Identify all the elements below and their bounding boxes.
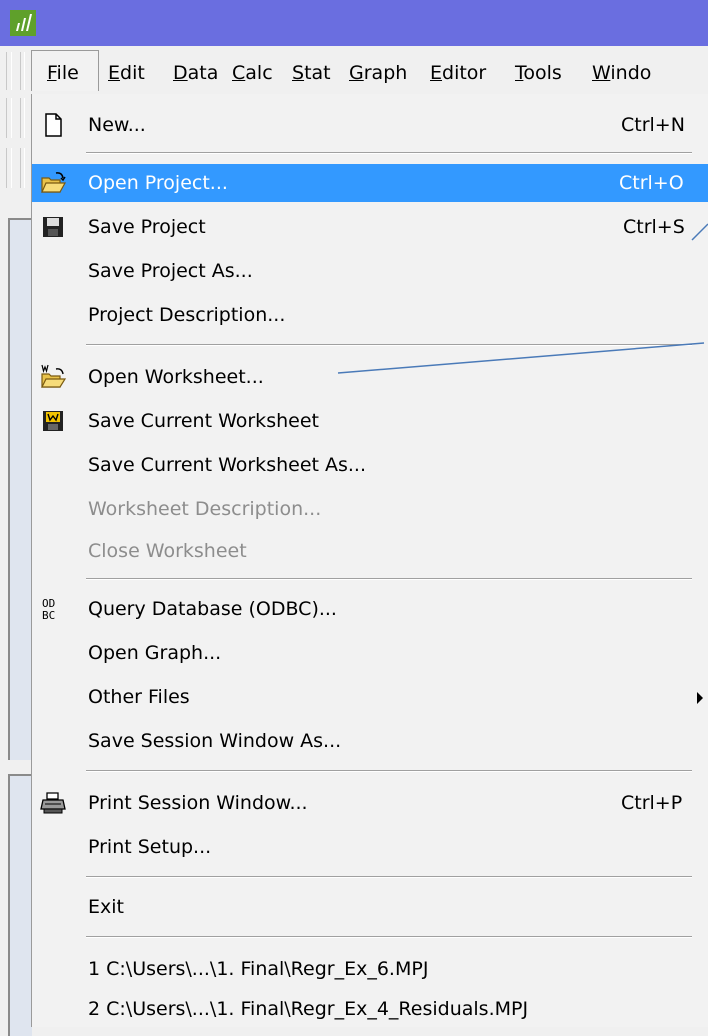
menu-item-close-worksheet: Close Worksheet (32, 532, 708, 570)
shortcut-label: Ctrl+S (623, 216, 685, 238)
menu-separator (86, 770, 692, 772)
menu-item-label: Open Project... (88, 172, 228, 194)
submenu-arrow-icon (697, 692, 703, 704)
shortcut-label: Ctrl+O (619, 172, 684, 194)
menu-item-label: Other Files (88, 686, 190, 708)
toolbar-grip[interactable] (6, 148, 12, 188)
menu-item-label: 2 C:\Users\...\1. Final\Regr_Ex_4_Residu… (88, 998, 529, 1020)
toolbar-grip[interactable] (6, 52, 12, 90)
toolbar-grip[interactable] (20, 52, 25, 90)
session-window-edge[interactable] (8, 218, 32, 760)
menu-item-label: Exit (88, 896, 124, 918)
menu-item-print-setup[interactable]: Print Setup... (32, 828, 708, 866)
toolbar-grip[interactable] (20, 98, 25, 138)
menu-item-exit[interactable]: Exit (32, 888, 708, 926)
menu-item-save-project-as[interactable]: Save Project As... (32, 252, 708, 290)
menu-separator (86, 344, 692, 346)
menu-item-query-database[interactable]: OD BC Query Database (ODBC)... (32, 590, 708, 628)
menu-item-save-project[interactable]: Save Project Ctrl+S (32, 208, 708, 246)
floppy-disk-icon (43, 217, 63, 237)
menu-window[interactable]: Windo (592, 62, 651, 84)
menu-item-label: Save Current Worksheet (88, 410, 319, 432)
menu-item-recent-file-1[interactable]: 1 C:\Users\...\1. Final\Regr_Ex_6.MPJ (32, 950, 708, 988)
title-bar (0, 0, 708, 46)
menu-item-label: 1 C:\Users\...\1. Final\Regr_Ex_6.MPJ (88, 958, 429, 980)
menu-item-worksheet-description: Worksheet Description... (32, 490, 708, 528)
menu-item-label: New... (88, 114, 146, 136)
menu-graph[interactable]: Graph (349, 62, 407, 84)
printer-icon (40, 792, 66, 814)
menu-item-label: Save Current Worksheet As... (88, 454, 367, 476)
menu-data[interactable]: Data (173, 62, 218, 84)
open-worksheet-icon (41, 364, 66, 388)
menu-calc[interactable]: Calc (232, 62, 273, 84)
menu-item-label: Project Description... (88, 304, 286, 326)
menu-file[interactable]: File (47, 62, 79, 84)
menu-item-open-worksheet[interactable]: Open Worksheet... (32, 358, 708, 396)
menu-item-label: Save Session Window As... (88, 730, 342, 752)
menu-stat[interactable]: Stat (292, 62, 331, 84)
background-window-strip (0, 94, 32, 1036)
menu-item-print-session-window[interactable]: Print Session Window... Ctrl+P (32, 784, 708, 822)
menu-item-label: Close Worksheet (88, 540, 247, 562)
menu-separator (86, 876, 692, 878)
menu-item-open-graph[interactable]: Open Graph... (32, 634, 708, 672)
shortcut-label: Ctrl+P (621, 792, 683, 814)
worksheet-window-edge[interactable] (8, 774, 32, 1036)
save-worksheet-icon (43, 411, 63, 431)
new-document-icon (45, 113, 62, 137)
menu-separator (86, 936, 692, 938)
menu-item-save-session-window-as[interactable]: Save Session Window As... (32, 722, 708, 760)
menu-editor[interactable]: Editor (430, 62, 486, 84)
shortcut-label: Ctrl+N (621, 114, 685, 136)
menu-bar: File Edit Data Calc Stat Graph Editor To… (0, 46, 708, 94)
menu-item-project-description[interactable]: Project Description... (32, 296, 708, 334)
odbc-icon: OD BC (42, 597, 55, 622)
menu-item-recent-file-2[interactable]: 2 C:\Users\...\1. Final\Regr_Ex_4_Residu… (32, 990, 708, 1028)
file-dropdown-menu: New... Ctrl+N Open Project... Ctrl+O Sav… (31, 94, 708, 1027)
toolbar-grip[interactable] (20, 148, 25, 188)
menu-item-other-files[interactable]: Other Files (32, 678, 708, 716)
menu-edit[interactable]: Edit (108, 62, 145, 84)
menu-item-label: Worksheet Description... (88, 498, 322, 520)
menu-separator (86, 152, 692, 154)
menu-item-label: Save Project (88, 216, 206, 238)
minitab-app-icon[interactable] (10, 10, 36, 36)
toolbar-grip[interactable] (6, 98, 12, 138)
menu-tools[interactable]: Tools (515, 62, 562, 84)
menu-item-save-current-worksheet[interactable]: Save Current Worksheet (32, 402, 708, 440)
menu-item-save-current-worksheet-as[interactable]: Save Current Worksheet As... (32, 446, 708, 484)
menu-item-label: Open Worksheet... (88, 366, 264, 388)
menu-item-label: Query Database (ODBC)... (88, 598, 337, 620)
menu-item-open-project[interactable]: Open Project... Ctrl+O (32, 164, 708, 202)
menu-item-label: Open Graph... (88, 642, 222, 664)
svg-text:BC: BC (42, 609, 55, 622)
menu-item-label: Print Setup... (88, 836, 212, 858)
menu-item-new[interactable]: New... Ctrl+N (32, 106, 708, 144)
menu-item-label: Print Session Window... (88, 792, 308, 814)
menu-item-label: Save Project As... (88, 260, 253, 282)
menu-separator (86, 578, 692, 580)
open-folder-icon (41, 172, 66, 193)
